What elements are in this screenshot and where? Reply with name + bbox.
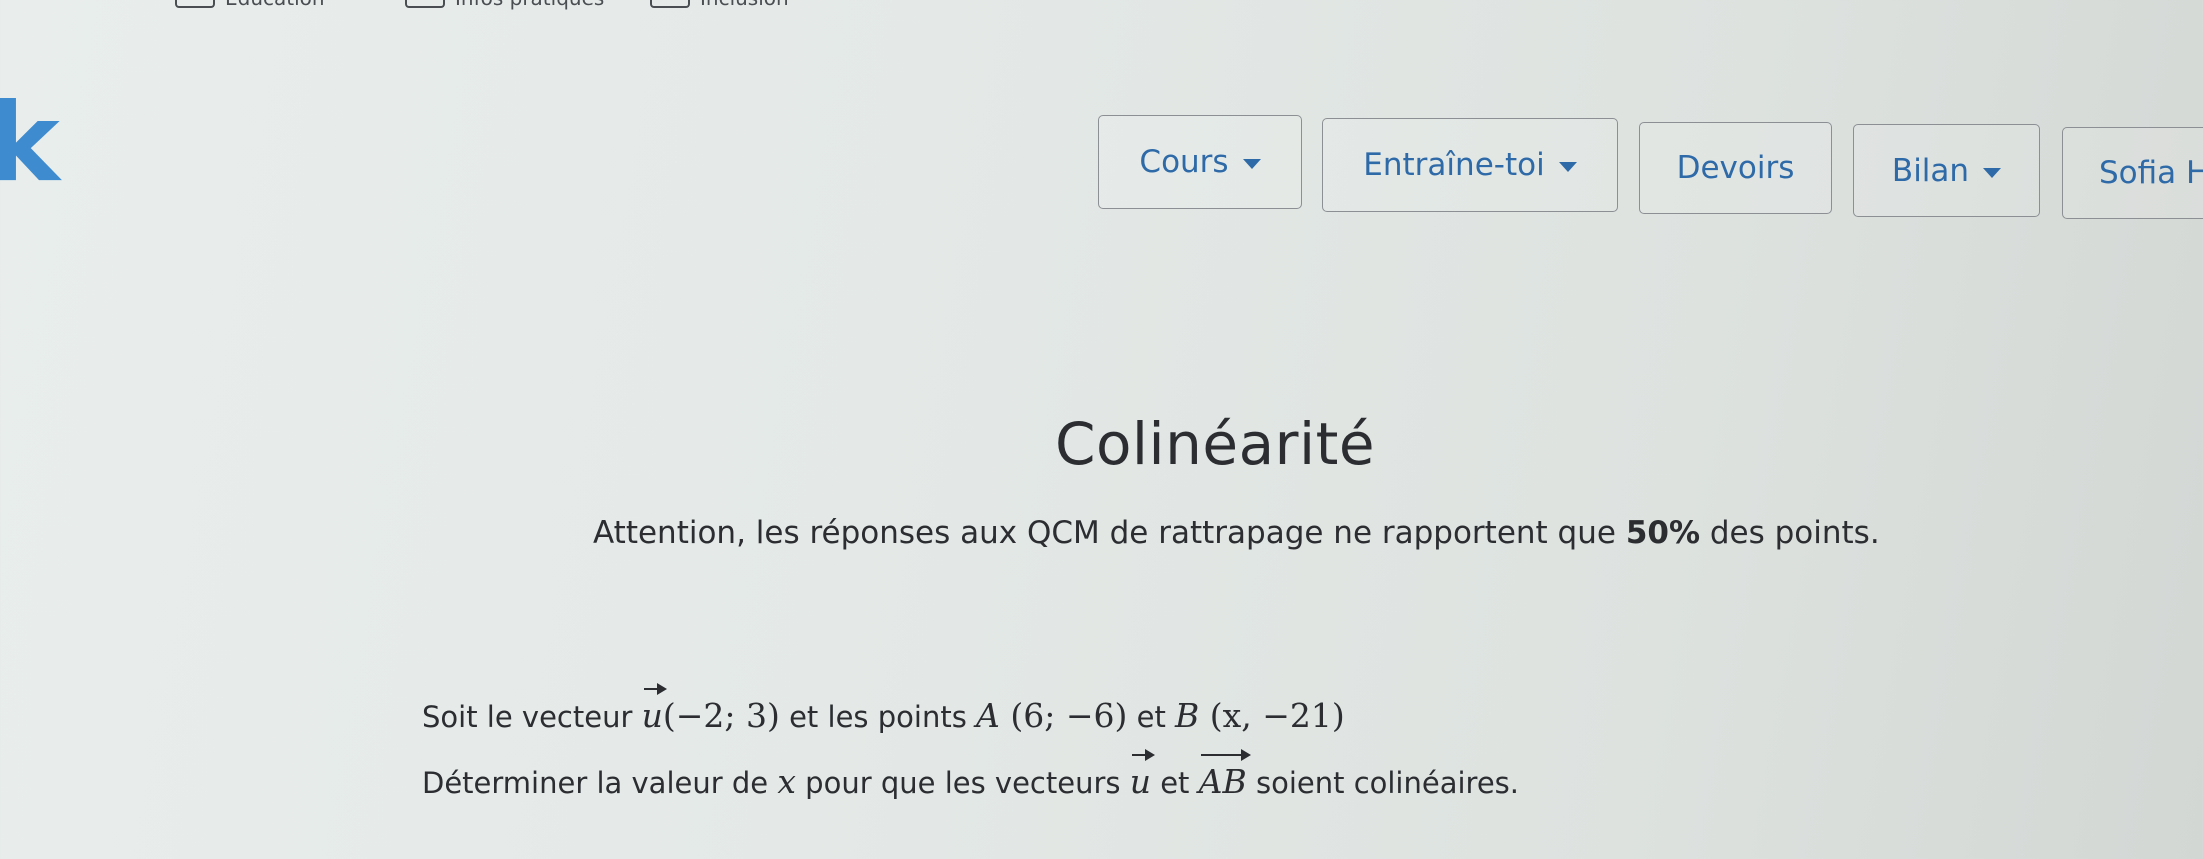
filter-infos-pratiques-label: Infos pratiques bbox=[455, 0, 604, 10]
filter-inclusion[interactable]: Inclusion bbox=[650, 0, 789, 10]
q1-mid: et les points bbox=[779, 700, 977, 734]
q2-end: soient colinéaires. bbox=[1246, 766, 1519, 800]
nav-entraine-toi-button[interactable]: Entraîne-toi bbox=[1322, 118, 1618, 212]
filter-education-label: Éducation bbox=[225, 0, 325, 10]
filter-strip: Éducation Infos pratiques Inclusion bbox=[0, 0, 900, 16]
site-logo[interactable]: k bbox=[0, 90, 60, 198]
chevron-down-icon bbox=[1558, 162, 1577, 172]
nav-cours-label: Cours bbox=[1139, 144, 1229, 180]
checkbox-education[interactable] bbox=[175, 0, 215, 8]
user-menu-button[interactable]: Sofia H bbox=[2062, 127, 2203, 219]
rattrapage-notice: Attention, les réponses aux QCM de rattr… bbox=[593, 515, 1880, 551]
checkbox-inclusion[interactable] bbox=[650, 0, 690, 8]
question-prompt: Déterminer la valeur de x pour que les v… bbox=[422, 749, 1519, 801]
notice-percentage: 50% bbox=[1625, 515, 1701, 551]
filter-infos-pratiques[interactable]: Infos pratiques bbox=[405, 0, 604, 10]
nav-devoirs-label: Devoirs bbox=[1676, 150, 1795, 186]
page-title: Colinéarité bbox=[1054, 410, 1376, 478]
nav-bilan-button[interactable]: Bilan bbox=[1853, 124, 2040, 217]
nav-bilan-label: Bilan bbox=[1891, 152, 1970, 189]
q1-and: et bbox=[1127, 700, 1176, 734]
vector-u-ref: u bbox=[1129, 749, 1156, 801]
chevron-down-icon bbox=[1242, 159, 1261, 169]
variable-x: x bbox=[777, 762, 796, 801]
nav-cours-button[interactable]: Cours bbox=[1098, 115, 1302, 209]
vector-u: u bbox=[641, 683, 668, 735]
vector-ab: AB bbox=[1198, 749, 1251, 801]
filter-inclusion-label: Inclusion bbox=[700, 0, 789, 10]
notice-text-start: Attention, les réponses aux QCM de rattr… bbox=[593, 515, 1626, 551]
checkbox-infos-pratiques[interactable] bbox=[405, 0, 445, 8]
nav-entraine-toi-label: Entraîne-toi bbox=[1363, 147, 1545, 183]
point-a-name: A bbox=[976, 696, 1000, 735]
user-name: Sofia H bbox=[2099, 155, 2203, 191]
chevron-down-icon bbox=[1983, 167, 2002, 178]
q1-intro: Soit le vecteur bbox=[422, 700, 642, 734]
point-b-name: B bbox=[1175, 696, 1200, 735]
point-b-coords: (x, −21) bbox=[1199, 696, 1345, 735]
filter-education[interactable]: Éducation bbox=[175, 0, 325, 10]
nav-devoirs-button[interactable]: Devoirs bbox=[1639, 122, 1832, 214]
notice-text-end: des points. bbox=[1700, 515, 1880, 551]
q2-and: et bbox=[1151, 766, 1199, 800]
vector-u-coords: (−2; 3) bbox=[662, 696, 780, 735]
q2-mid: pour que les vecteurs bbox=[795, 766, 1130, 800]
point-a-coords: (6; −6) bbox=[999, 696, 1128, 735]
q2-intro: Déterminer la valeur de bbox=[422, 766, 778, 800]
question-statement: Soit le vecteur u(−2; 3) et les points A… bbox=[422, 683, 1345, 735]
